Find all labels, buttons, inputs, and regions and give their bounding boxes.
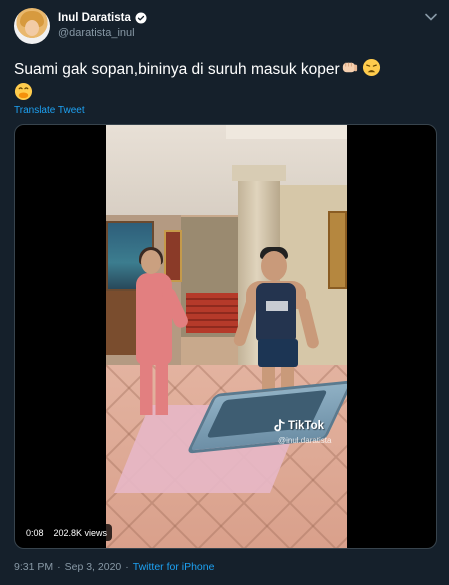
chevron-down-icon[interactable] — [424, 12, 438, 22]
tiktok-watermark: TikTok — [274, 419, 324, 432]
weary-face-icon — [362, 58, 380, 77]
tweet-date[interactable]: Sep 3, 2020 — [65, 561, 122, 573]
author-row[interactable]: Inul Daratista — [58, 10, 147, 26]
tiktok-brand: TikTok — [288, 419, 324, 432]
tweet-body: Suami gak sopan,bininya di suruh masuk k… — [14, 61, 340, 78]
author-handle[interactable]: @daratista_inul — [58, 27, 135, 39]
tweet-meta: 9:31 PM · Sep 3, 2020 · Twitter for iPho… — [14, 561, 214, 573]
tiktok-username: @inul.daratista — [278, 436, 332, 445]
video-stats-badge: 0:08 202.8K views — [21, 524, 113, 541]
meta-separator: · — [57, 561, 61, 573]
video-views: 202.8K views — [53, 527, 108, 538]
tweet-text: Suami gak sopan,bininya di suruh masuk k… — [14, 58, 434, 81]
tiktok-logo-icon — [274, 419, 285, 432]
tweet-time[interactable]: 9:31 PM — [14, 561, 53, 573]
oncoming-fist-icon — [342, 62, 357, 73]
video-frame[interactable]: TikTok @inul.daratista — [106, 125, 347, 548]
tweet-text-line-2 — [14, 82, 33, 103]
translate-tweet-link[interactable]: Translate Tweet — [14, 105, 85, 116]
verified-badge-icon — [135, 12, 147, 24]
video-player[interactable]: TikTok @inul.daratista 0:08 202.8K views — [14, 124, 437, 549]
face-with-hand-over-mouth-icon — [14, 82, 33, 101]
avatar[interactable] — [14, 8, 50, 44]
video-duration: 0:08 — [26, 527, 44, 538]
tweet-source-link[interactable]: Twitter for iPhone — [133, 561, 215, 573]
author-display-name[interactable]: Inul Daratista — [58, 12, 131, 24]
tweet: Inul Daratista @daratista_inul Suami gak… — [0, 0, 449, 585]
meta-separator-2: · — [125, 561, 129, 573]
